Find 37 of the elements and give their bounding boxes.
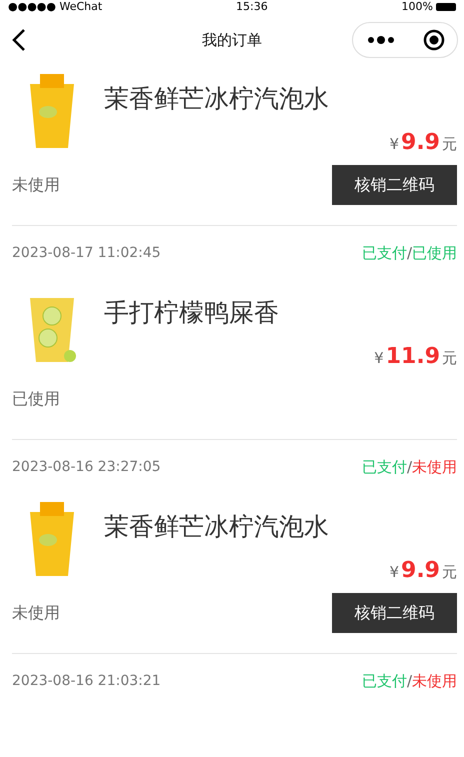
verify-qr-button[interactable]: 核销二维码 (332, 165, 457, 205)
price-unit: 元 (442, 563, 457, 582)
order-time: 2023-08-17 11:02:45 (12, 245, 161, 261)
battery-percent: 100% (402, 0, 433, 14)
separator: / (406, 458, 412, 476)
separator: / (406, 672, 412, 690)
payment-status: 已支付 (362, 244, 407, 262)
price-amount: 11.9 (386, 344, 440, 369)
back-icon[interactable] (12, 28, 26, 52)
currency-symbol: ¥ (374, 349, 384, 367)
product-name: 茉香鲜芒冰柠汽泡水 (104, 511, 329, 543)
product-name: 手打柠檬鸭屎香 (104, 297, 279, 329)
battery-icon (436, 3, 456, 11)
order-time: 2023-08-16 23:27:05 (12, 459, 161, 475)
payment-status: 已支付 (362, 458, 407, 476)
usage-state: 未使用 (412, 672, 457, 690)
usage-status: 未使用 (12, 602, 60, 624)
payment-status: 已支付 (362, 672, 407, 690)
verify-qr-button[interactable]: 核销二维码 (332, 593, 457, 633)
usage-state: 未使用 (412, 458, 457, 476)
clock-time: 15:36 (236, 0, 268, 14)
price-unit: 元 (442, 349, 457, 368)
page-title: 我的订单 (201, 30, 263, 50)
currency-symbol: ¥ (389, 563, 400, 581)
usage-status: 已使用 (12, 388, 60, 410)
separator: / (406, 244, 412, 262)
close-icon[interactable] (423, 29, 445, 51)
order-time: 2023-08-16 21:03:21 (12, 673, 161, 689)
currency-symbol: ¥ (389, 135, 400, 153)
price-unit: 元 (442, 135, 457, 154)
more-icon[interactable] (367, 35, 395, 45)
product-name: 茉香鲜芒冰柠汽泡水 (104, 83, 329, 115)
carrier-label: ●●●●● WeChat (8, 0, 102, 14)
price-amount: 9.9 (401, 130, 440, 155)
usage-state: 已使用 (412, 244, 457, 262)
price-amount: 9.9 (401, 558, 440, 583)
usage-status: 未使用 (12, 174, 60, 196)
